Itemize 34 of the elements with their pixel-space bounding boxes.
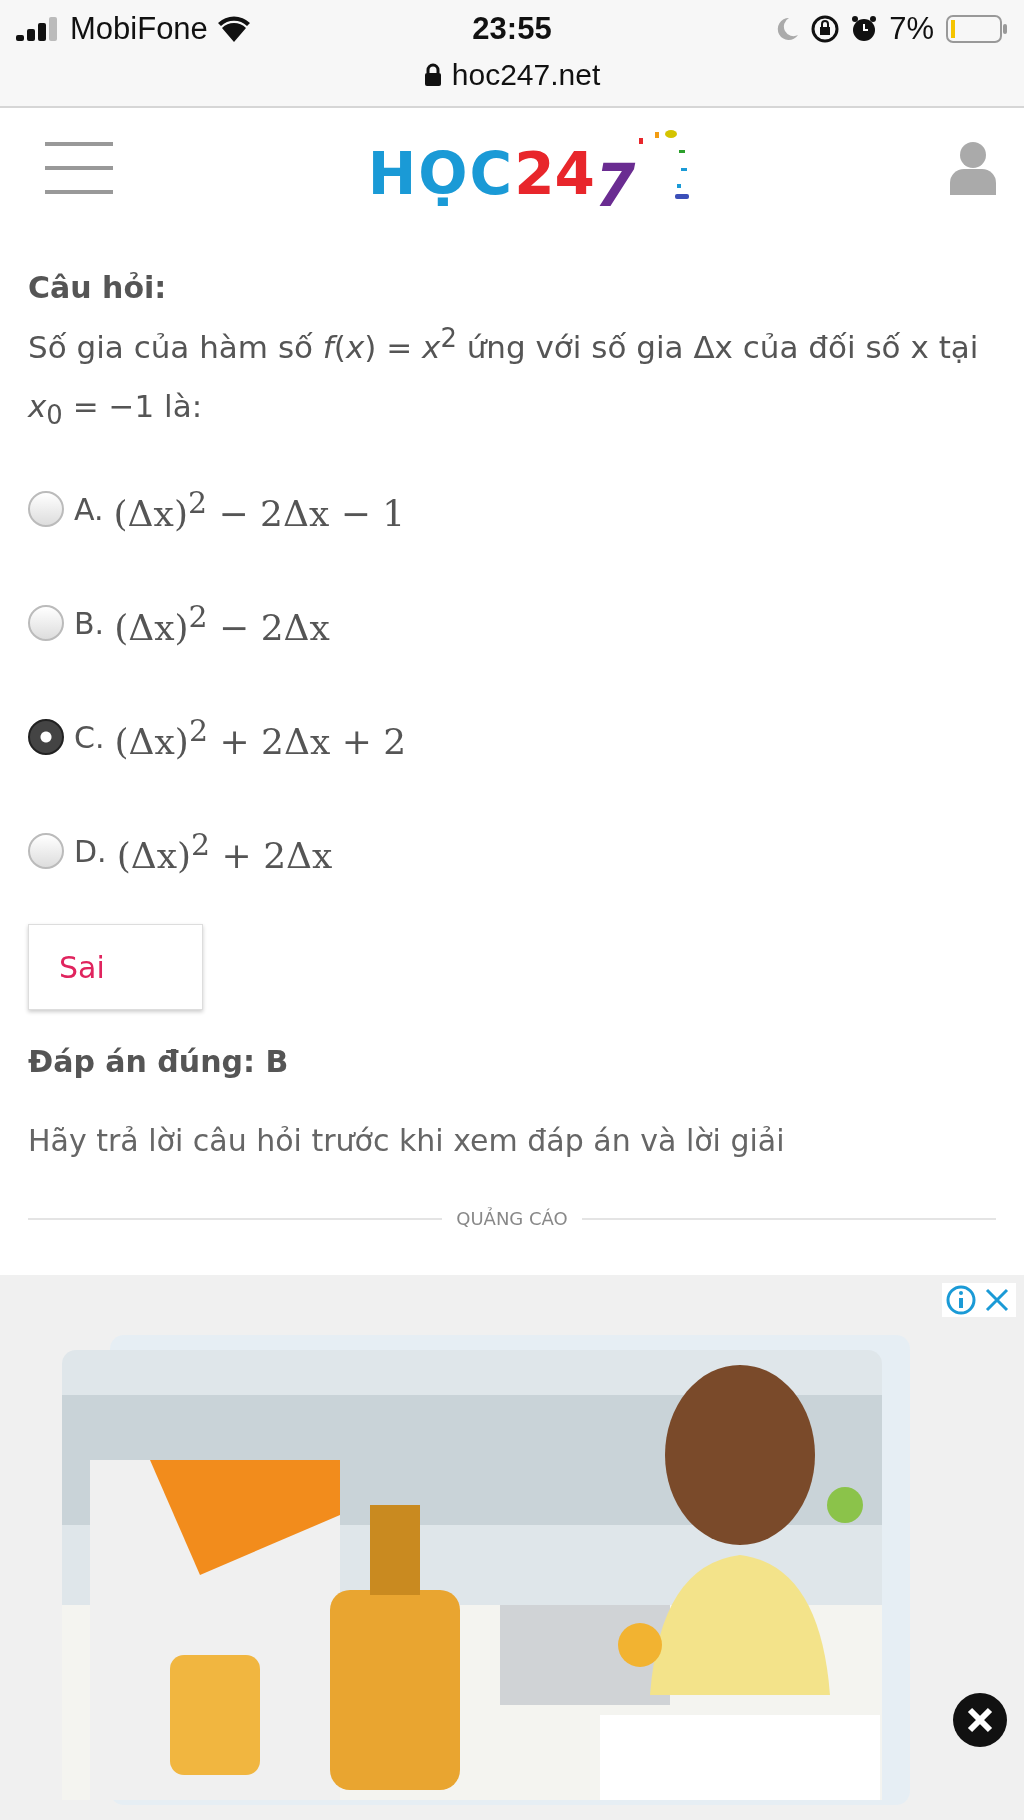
battery-percent: 7% <box>889 11 934 47</box>
radio-button[interactable] <box>28 491 64 527</box>
option-formula: (Δx)$^{2}$ − 2Δx <box>114 598 330 648</box>
option-letter: C. <box>74 719 105 755</box>
hint-text: Hãy trả lời câu hỏi trước khi xem đáp án và lời giải <box>28 1123 786 1158</box>
result-box: Sai <box>28 924 203 1010</box>
option-letter: A. <box>74 491 104 527</box>
logo-text: 7 <box>594 152 636 221</box>
logo-text: HỌC <box>367 140 515 209</box>
alarm-icon <box>851 15 878 43</box>
info-icon[interactable] <box>946 1285 976 1315</box>
option-letter: B. <box>74 605 105 641</box>
option-formula: (Δx)$^{2}$ + 2Δx <box>116 826 333 876</box>
logo-text: 24 <box>514 140 595 209</box>
question-text: Số gia của hàm số f(x) = x$^{2}$ ứng với số gia Δx của đối số x tại x$_{0}$ = −1 là: <box>28 322 980 432</box>
lock-icon <box>423 63 442 87</box>
battery-icon <box>946 15 1008 43</box>
menu-icon[interactable] <box>45 142 113 195</box>
correct-answer: Đáp án đúng: B <box>28 1044 290 1079</box>
option-formula: (Δx)$^{2}$ + 2Δx + 2 <box>114 712 407 762</box>
option-letter: D. <box>74 833 107 869</box>
radio-button[interactable] <box>28 605 64 641</box>
page-url[interactable]: hoc247.net <box>451 58 601 92</box>
moon-icon <box>775 16 800 42</box>
rotation-lock-icon <box>811 15 840 43</box>
radio-button[interactable] <box>28 719 64 755</box>
option-formula: (Δx)$^{2}$ − 2Δx − 1 <box>113 484 406 534</box>
radio-button[interactable] <box>28 833 64 869</box>
ad-label: QUẢNG CÁO <box>456 1208 568 1229</box>
question-title: Câu hỏi: <box>28 270 168 306</box>
user-icon[interactable] <box>950 141 996 196</box>
carrier-name: MobiFone <box>70 11 208 47</box>
close-icon[interactable] <box>952 1692 1008 1748</box>
clock-time: 23:55 <box>472 11 552 47</box>
